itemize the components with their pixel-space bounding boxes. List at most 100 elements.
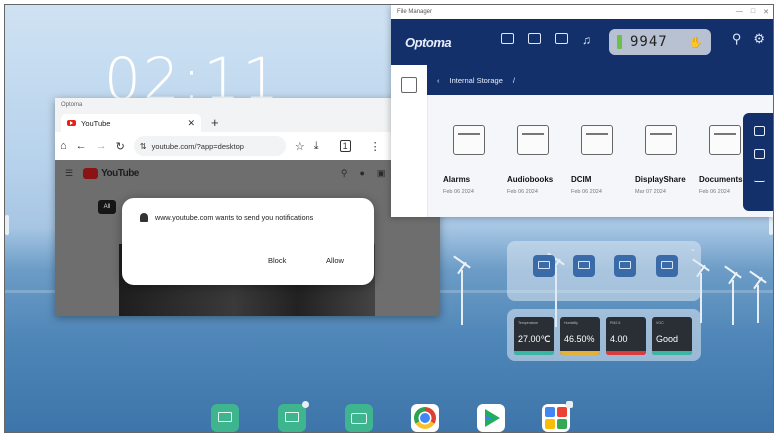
chrome-icon[interactable] — [411, 404, 439, 432]
optoma-logo: Optoma — [405, 34, 452, 50]
screen-mirror-icon[interactable] — [211, 404, 239, 432]
tab-label: YouTube — [81, 118, 111, 128]
tile-value: Good — [656, 334, 679, 344]
category-icons: ♫ — [501, 33, 591, 47]
file-manager-header: Optoma ♫ 9947 ✋ ⚲ ⚙ — [391, 19, 773, 65]
menu-kebab-icon[interactable]: ⋮ — [370, 140, 381, 153]
wind-turbine — [461, 270, 463, 325]
file-manager-title: File Manager — [397, 9, 433, 15]
folder-grid: Alarms Feb 06 2024 Audiobooks Feb 06 202… — [443, 125, 763, 195]
folder-date: Mar 07 2024 — [635, 189, 666, 195]
play-store-icon[interactable] — [477, 404, 505, 432]
forward-icon[interactable]: → — [96, 140, 107, 152]
new-tab-button[interactable]: + — [211, 115, 219, 130]
settings-gear-icon[interactable]: ⚙ — [753, 31, 765, 47]
back-icon[interactable]: ← — [76, 140, 87, 152]
allow-button[interactable]: Allow — [326, 256, 344, 265]
documents-icon[interactable] — [555, 33, 568, 44]
folder-icon — [581, 125, 613, 155]
select-icon[interactable] — [753, 149, 765, 159]
file-actions-rail — [743, 113, 773, 211]
maximize-icon[interactable]: □ — [751, 8, 755, 16]
search-icon[interactable]: ⚲ — [341, 168, 348, 179]
browser-toolbar: ⌂ ← → ↻ ⇅ youtube.com/?app=desktop ☆ ⤓ 1… — [55, 132, 440, 161]
reload-icon[interactable]: ↻ — [116, 140, 125, 153]
shortcut-widget: ⌄ — [507, 241, 701, 301]
counter-overlay: 9947 ✋ — [609, 29, 711, 55]
images-icon[interactable] — [501, 33, 514, 44]
url-text: youtube.com/?app=desktop — [151, 141, 244, 151]
breadcrumb-path[interactable]: Internal Storage — [450, 76, 503, 85]
display-share-icon[interactable] — [278, 401, 309, 432]
upload-icon[interactable] — [753, 172, 765, 182]
left-edge-handle[interactable] — [5, 215, 9, 235]
music-icon[interactable]: ♫ — [582, 33, 591, 47]
tile-label: PM2.5 — [610, 321, 621, 325]
play-store-logo — [485, 409, 500, 427]
bell-icon — [140, 213, 148, 222]
folder-name: DisplayShare — [635, 175, 686, 184]
new-folder-icon[interactable] — [753, 126, 765, 136]
youtube-logo[interactable]: YouTube — [83, 167, 139, 179]
folder-item[interactable]: Alarms Feb 06 2024 — [443, 125, 507, 195]
folder-item[interactable]: DCIM Feb 06 2024 — [571, 125, 635, 195]
drive-icon — [557, 419, 567, 429]
dialog-message: www.youtube.com wants to send you notifi… — [155, 213, 314, 222]
list-view-icon[interactable] — [401, 77, 417, 93]
hamburger-menu-icon[interactable]: ☰ — [65, 168, 73, 179]
right-edge-handle[interactable] — [769, 215, 773, 235]
chrome-logo — [414, 407, 436, 429]
folder-item[interactable]: DisplayShare Mar 07 2024 — [635, 125, 699, 195]
widget-app-icon[interactable] — [656, 255, 678, 277]
file-manager-titlebar[interactable]: File Manager — □ ✕ — [391, 5, 773, 19]
temperature-tile: Temperature 27.00℃ — [514, 317, 554, 355]
file-manager-icon[interactable] — [345, 404, 373, 432]
signal-bar-icon — [617, 35, 622, 49]
close-icon[interactable]: ✕ — [763, 8, 769, 16]
file-manager-window[interactable]: File Manager — □ ✕ Optoma ♫ 9947 ✋ ⚲ ⚙ ‹… — [391, 5, 773, 217]
minimize-icon[interactable]: — — [736, 8, 743, 16]
breadcrumb-back-icon[interactable]: ‹ — [437, 76, 440, 85]
badge-dot — [302, 401, 309, 408]
block-button[interactable]: Block — [268, 256, 286, 265]
voc-tile: VOC Good — [652, 317, 692, 355]
videos-icon[interactable] — [528, 33, 541, 44]
address-bar[interactable]: ⇅ youtube.com/?app=desktop — [133, 136, 286, 156]
tab-strip: YouTube ✕ + — [55, 112, 440, 132]
folder-name: DCIM — [571, 175, 592, 184]
microphone-icon[interactable]: ● — [359, 168, 364, 178]
site-settings-icon[interactable]: ⇅ — [140, 142, 147, 151]
youtube-logo-text: YouTube — [101, 167, 139, 179]
wind-turbine — [732, 280, 734, 325]
desktop-screen: 02:11 Optoma — □ ✕ YouTube ✕ + ⌂ ← → ↻ ⇅ — [4, 4, 774, 433]
tab-close-icon[interactable]: ✕ — [187, 118, 195, 129]
fm-window-controls: — □ ✕ — [736, 8, 769, 16]
browser-titlebar[interactable]: Optoma — □ ✕ — [55, 98, 440, 112]
tile-status-bar — [652, 351, 692, 355]
youtube-favicon-icon — [67, 120, 76, 126]
tab-count-icon[interactable]: 1 — [339, 140, 351, 152]
search-icon[interactable]: ⚲ — [732, 31, 742, 47]
widget-app-icon[interactable] — [614, 255, 636, 277]
download-icon[interactable]: ⤓ — [314, 140, 319, 153]
widget-expand-icon[interactable]: ⌄ — [690, 245, 696, 253]
folder-icon — [517, 125, 549, 155]
tab-youtube[interactable]: YouTube ✕ — [61, 114, 201, 132]
folder-date: Feb 06 2024 — [507, 189, 538, 195]
home-icon[interactable]: ⌂ — [60, 140, 67, 152]
notification-permission-dialog: www.youtube.com wants to send you notifi… — [122, 198, 374, 285]
tile-status-bar — [606, 351, 646, 355]
widget-app-icon[interactable] — [533, 255, 555, 277]
folder-item[interactable]: Audiobooks Feb 06 2024 — [507, 125, 571, 195]
cast-icon[interactable]: ▣ — [377, 168, 386, 179]
tile-label: Humidity — [564, 321, 578, 325]
folder-icon — [453, 125, 485, 155]
google-apps-icon[interactable] — [542, 401, 573, 432]
hand-icon: ✋ — [689, 36, 703, 49]
dialog-message-row: www.youtube.com wants to send you notifi… — [140, 213, 313, 222]
widget-app-icon[interactable] — [573, 255, 595, 277]
pm25-tile: PM2.5 4.00 — [606, 317, 646, 355]
google-icon — [545, 407, 555, 417]
filter-chip-all[interactable]: All — [98, 200, 116, 214]
bookmark-star-icon[interactable]: ☆ — [295, 140, 305, 153]
